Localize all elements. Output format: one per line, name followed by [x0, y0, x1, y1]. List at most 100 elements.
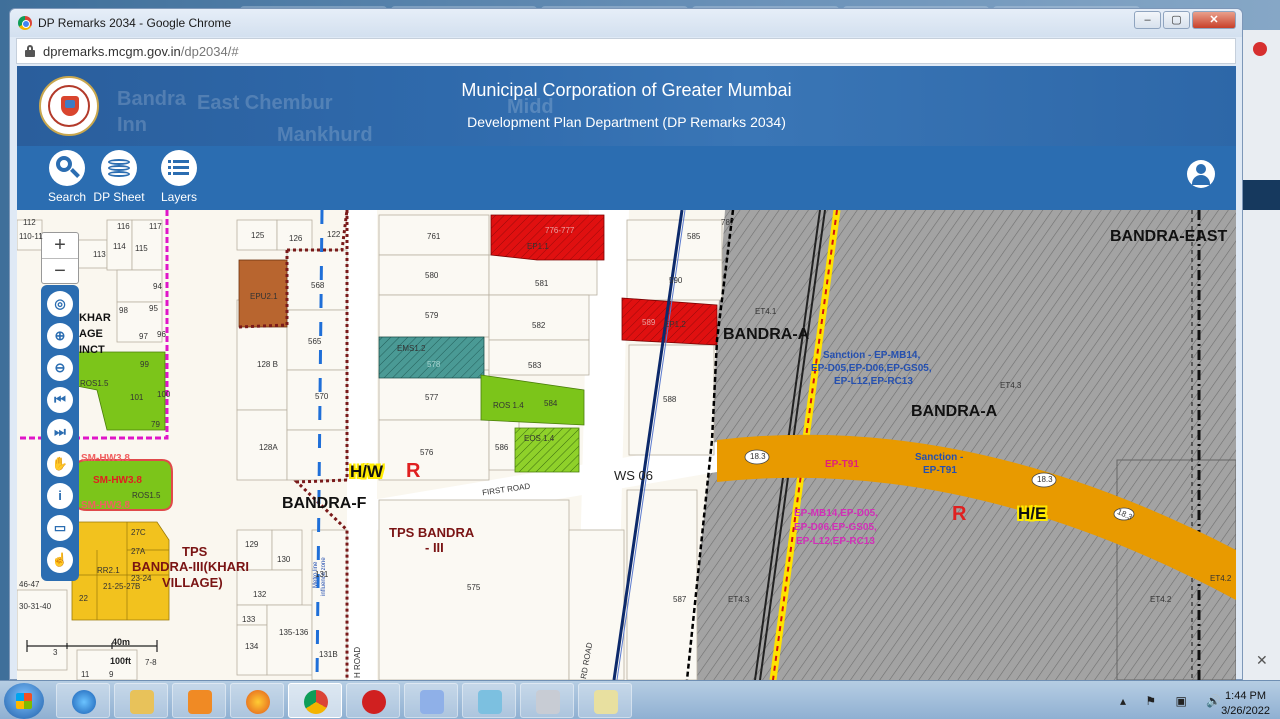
taskbar-media[interactable] — [172, 683, 226, 718]
hand-icon: ✋ — [51, 456, 69, 471]
clock-time: 1:44 PM — [1225, 690, 1267, 702]
taskbar-ie[interactable] — [56, 683, 110, 718]
area-label: BANDRA-A — [723, 326, 810, 343]
area-label: AGE — [79, 328, 103, 340]
plot-number: 116 — [117, 222, 130, 231]
plot-number: 95 — [149, 304, 158, 313]
close-icon[interactable]: ✕ — [1256, 652, 1268, 669]
internet-explorer-icon — [72, 690, 96, 714]
plot-number: 135-136 — [279, 628, 309, 637]
zoom-out-icon: ⊖ — [54, 360, 66, 375]
taskbar-explorer[interactable] — [114, 683, 168, 718]
plot-code-label: ET4.2 — [1210, 574, 1232, 583]
plot-number: 582 — [532, 321, 546, 330]
plot-number: 130 — [277, 555, 291, 564]
plot-code-label: ET4.3 — [728, 595, 750, 604]
maximize-button[interactable]: ▢ — [1163, 11, 1190, 29]
taskbar-app[interactable] — [404, 683, 458, 718]
plot-number: 776-777 — [545, 226, 575, 235]
next-extent-button[interactable]: ⏭ — [47, 419, 73, 445]
ward-code-label: WS 06 — [614, 468, 654, 483]
clock[interactable]: 1:44 PM 3/26/2022 — [1221, 689, 1270, 719]
identify-button[interactable]: i — [47, 483, 73, 509]
touch-button[interactable]: ☝ — [47, 547, 73, 573]
zoom-control: + − — [41, 232, 79, 284]
plot-number: 117 — [149, 222, 162, 231]
proposal-label: EP-L12,EP-RC13 — [796, 536, 875, 547]
background-window-edge: ✕ — [1240, 30, 1280, 680]
dp-sheet-button[interactable]: DP Sheet — [87, 150, 151, 206]
plot-number: 27A — [131, 547, 146, 556]
user-account-icon[interactable] — [1187, 160, 1215, 188]
calculator-icon — [536, 690, 560, 714]
taskbar-app[interactable] — [346, 683, 400, 718]
plot-number: 114 — [113, 242, 126, 251]
plot-code-label: ET4.3 — [1000, 381, 1022, 390]
plot-number: 131B — [319, 650, 338, 659]
globe-icon: ◎ — [54, 296, 66, 311]
url-text[interactable]: dpremarks.mcgm.gov.in/dp2034/# — [43, 44, 239, 59]
plot-number: 122 — [327, 230, 341, 239]
sanction-label: EP-T91 — [923, 465, 957, 476]
background-band — [1240, 180, 1280, 210]
green-plot-left — [71, 351, 166, 431]
start-button[interactable] — [4, 683, 44, 719]
layers-button[interactable]: Layers — [147, 150, 211, 206]
measure-button[interactable]: ▭ — [47, 515, 73, 541]
taskbar-paint[interactable] — [578, 683, 632, 718]
taskbar-firefox[interactable] — [230, 683, 284, 718]
lock-icon — [25, 45, 35, 57]
area-label: BANDRA-EAST — [1110, 228, 1228, 245]
previous-icon: ⏮ — [54, 392, 66, 407]
ward-label: H/E — [1018, 504, 1047, 523]
minimize-button[interactable]: – — [1134, 11, 1161, 29]
sanction-label: EP-D05,EP-D06,EP-GS05, — [811, 363, 932, 374]
list-icon — [161, 150, 197, 186]
area-label: INCT — [79, 344, 105, 356]
globe-button[interactable]: ◎ — [47, 291, 73, 317]
app-icon — [420, 690, 444, 714]
pan-button[interactable]: ✋ — [47, 451, 73, 477]
plot-number: 585 — [687, 232, 701, 241]
media-player-icon — [188, 690, 212, 714]
previous-extent-button[interactable]: ⏮ — [47, 387, 73, 413]
sanction-label: Sanction - EP-MB14, — [823, 350, 921, 361]
close-button[interactable]: ✕ — [1192, 11, 1236, 29]
chrome-icon — [304, 690, 328, 714]
zoom-in-tool[interactable]: ⊕ — [47, 323, 73, 349]
plot-code-label: ROS1.5 — [132, 491, 161, 500]
browser-window: DP Remarks 2034 - Google Chrome – ▢ ✕ dp… — [9, 8, 1243, 680]
dp-map[interactable]: + − ◎ ⊕ ⊖ ⏮ ⏭ ✋ i ▭ ☝ BANDRA-EAST BANDRA… — [17, 210, 1236, 680]
plot-number: 99 — [140, 360, 149, 369]
plot-code-label: SM-HW3.8 — [81, 500, 130, 511]
info-icon: i — [58, 488, 62, 503]
layers-label: Layers — [160, 190, 198, 204]
taskbar-calculator[interactable] — [520, 683, 574, 718]
plot-code-label: SM-HW3.8 — [81, 453, 130, 464]
road-width-label: 18.3 — [750, 452, 766, 461]
zoom-out-button[interactable]: − — [42, 259, 78, 285]
plot-number: 588 — [663, 395, 677, 404]
plot-number: 3 — [53, 648, 58, 657]
page-title: Municipal Corporation of Greater Mumbai — [461, 80, 792, 100]
title-bar[interactable]: DP Remarks 2034 - Google Chrome – ▢ ✕ — [10, 9, 1242, 37]
plot-number: 134 — [245, 642, 259, 651]
plot-number: 101 — [130, 393, 144, 402]
zoom-out-tool[interactable]: ⊖ — [47, 355, 73, 381]
area-label: KHAR — [79, 312, 111, 324]
taskbar-app[interactable] — [462, 683, 516, 718]
plot-number: 575 — [467, 583, 481, 592]
plot-number: 583 — [528, 361, 542, 370]
plot-code-label: EP1.1 — [527, 242, 549, 251]
plot-number: 27C — [131, 528, 146, 537]
taskbar-chrome[interactable] — [288, 683, 342, 718]
tps-label: TPS BANDRA — [389, 525, 475, 540]
plot-number: 22 — [79, 594, 88, 603]
teal-plot-ems — [378, 336, 485, 379]
tray-icons[interactable]: ▴ ⚑ ▣ 🔊 — [1120, 694, 1229, 708]
address-bar[interactable]: dpremarks.mcgm.gov.in/dp2034/# — [16, 38, 1236, 64]
tps-label: TPS — [182, 544, 208, 559]
plot-code-label: EMS1.2 — [397, 344, 426, 353]
zoom-in-button[interactable]: + — [42, 233, 78, 259]
road-width-label: 18.3 — [1037, 475, 1053, 484]
